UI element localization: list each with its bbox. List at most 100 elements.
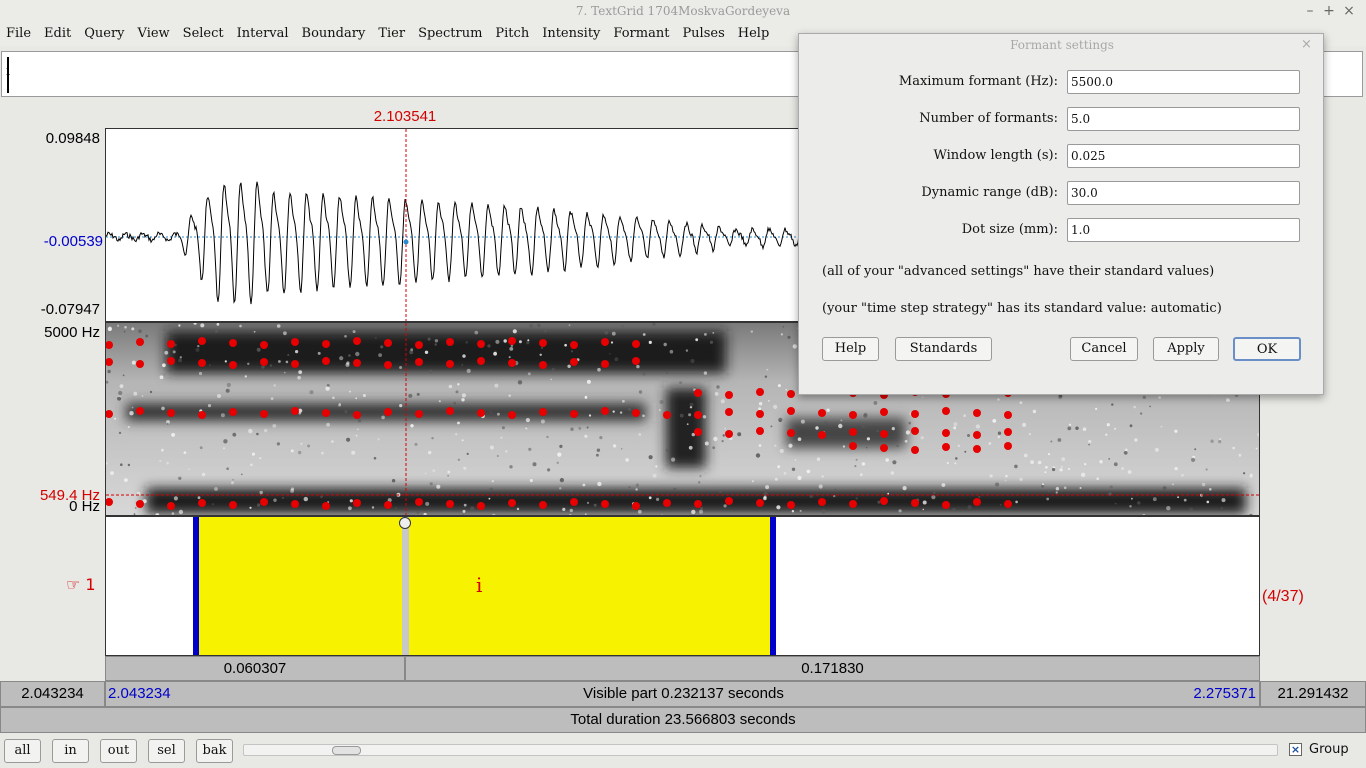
formant-dot — [632, 357, 640, 365]
help-button[interactable]: Help — [822, 337, 879, 361]
spectrogram-speckle — [1075, 426, 1079, 430]
scrollbar-thumb[interactable] — [332, 746, 361, 755]
spectrogram-speckle — [501, 426, 505, 430]
spectrogram-speckle — [931, 495, 936, 500]
interval-boundary-left[interactable] — [193, 517, 199, 655]
menu-query[interactable]: Query — [84, 22, 124, 46]
interval-boundary-right[interactable] — [770, 517, 776, 655]
spectrogram-speckle — [905, 430, 911, 435]
spectrogram-speckle — [610, 341, 614, 344]
window-length-input[interactable]: 0.025 — [1067, 144, 1300, 168]
spectrogram-speckle — [788, 443, 793, 448]
textgrid-tier-panel[interactable]: i — [105, 516, 1260, 656]
segment-right-duration[interactable]: 0.171830 — [405, 656, 1260, 681]
window-remaining[interactable]: 21.291432 — [1260, 681, 1366, 707]
spectrogram-speckle — [509, 347, 514, 351]
spectrogram-speckle — [1201, 482, 1206, 487]
minimize-icon[interactable]: – — [1302, 3, 1318, 19]
spectrogram-speckle — [223, 439, 228, 444]
dynamic-range-input[interactable]: 30.0 — [1067, 181, 1300, 205]
spectrogram-speckle — [1129, 424, 1133, 428]
spectrogram-speckle — [1172, 483, 1174, 486]
apply-button[interactable]: Apply — [1153, 337, 1219, 361]
spectrogram-speckle — [792, 344, 797, 349]
spectrogram-speckle — [783, 472, 787, 475]
spectrogram-speckle — [997, 398, 1000, 401]
close-icon[interactable]: × — [1341, 3, 1357, 19]
spectrogram-speckle — [904, 439, 908, 443]
spectrogram-speckle — [1048, 490, 1051, 493]
menu-help[interactable]: Help — [738, 22, 770, 46]
spectrogram-speckle — [704, 333, 707, 336]
maximize-icon[interactable]: + — [1321, 3, 1337, 19]
spectrogram-speckle — [614, 357, 619, 362]
menu-pulses[interactable]: Pulses — [682, 22, 724, 46]
menu-file[interactable]: File — [6, 22, 31, 46]
spectrogram-speckle — [562, 507, 566, 511]
formant-dot — [942, 429, 950, 437]
zoom-back-button[interactable]: bak — [196, 739, 233, 763]
formant-dot — [601, 407, 609, 415]
spectrogram-speckle — [278, 360, 281, 363]
spectrogram-speckle — [1108, 458, 1111, 460]
spectrogram-speckle — [276, 324, 281, 328]
spectrogram-speckle — [659, 399, 664, 405]
spectrogram-speckle — [1106, 423, 1110, 427]
ok-button[interactable]: OK — [1233, 337, 1301, 361]
tier-interval-count: (4/37) — [1262, 588, 1304, 605]
formant-dot — [725, 430, 733, 438]
spectrogram-speckle — [198, 371, 203, 376]
selected-interval[interactable] — [197, 517, 773, 655]
zoom-in-button[interactable]: in — [52, 739, 89, 763]
spectrogram-speckle — [1095, 407, 1098, 410]
formant-dot — [508, 359, 516, 367]
window-start-outer[interactable]: 2.043234 — [0, 681, 105, 707]
spectrogram-speckle — [172, 350, 176, 354]
spectrogram-speckle — [259, 490, 263, 495]
zoom-selection-button[interactable]: sel — [148, 739, 185, 763]
spectrogram-speckle — [1243, 472, 1246, 475]
spectrogram-speckle — [133, 513, 136, 515]
spectrogram-speckle — [320, 495, 323, 499]
visible-part-bar[interactable]: 2.043234 Visible part 0.232137 seconds 2… — [105, 681, 1260, 707]
zoom-out-button[interactable]: out — [100, 739, 137, 763]
segment-left-duration[interactable]: 0.060307 — [105, 656, 405, 681]
tier-cursor-circle[interactable] — [399, 517, 411, 529]
spectrogram-speckle — [276, 442, 280, 446]
menu-spectrum[interactable]: Spectrum — [418, 22, 482, 46]
formant-dot — [167, 502, 175, 510]
spectrogram-speckle — [351, 450, 356, 455]
menu-pitch[interactable]: Pitch — [495, 22, 529, 46]
formant-dot — [353, 411, 361, 419]
menu-select[interactable]: Select — [183, 22, 224, 46]
cancel-button[interactable]: Cancel — [1070, 337, 1138, 361]
group-checkbox[interactable]: × — [1289, 743, 1302, 756]
zoom-all-button[interactable]: all — [4, 739, 41, 763]
menu-formant[interactable]: Formant — [613, 22, 669, 46]
dot-size-input[interactable]: 1.0 — [1067, 218, 1300, 242]
spectrogram-speckle — [461, 398, 465, 402]
menu-boundary[interactable]: Boundary — [302, 22, 366, 46]
dialog-close-icon[interactable]: × — [1301, 37, 1312, 52]
menu-tier[interactable]: Tier — [378, 22, 405, 46]
spectrogram-speckle — [344, 410, 348, 414]
formant-dot — [539, 361, 547, 369]
standards-button[interactable]: Standards — [895, 337, 992, 361]
num-formants-input[interactable]: 5.0 — [1067, 107, 1300, 131]
spectrogram-speckle — [540, 419, 545, 424]
menu-edit[interactable]: Edit — [44, 22, 71, 46]
spectrogram-speckle — [197, 345, 200, 348]
spectrogram-speckle — [173, 496, 178, 501]
menu-view[interactable]: View — [138, 22, 170, 46]
max-formant-input[interactable]: 5500.0 — [1067, 70, 1300, 94]
time-scrollbar[interactable] — [243, 744, 1278, 756]
spectrogram-speckle — [1134, 438, 1138, 442]
tier-number[interactable]: ☞ 1 — [66, 575, 96, 594]
formant-dot — [880, 497, 888, 505]
advanced-settings-note: (all of your "advanced settings" have th… — [822, 264, 1215, 279]
menu-interval[interactable]: Interval — [237, 22, 289, 46]
formant-dot — [725, 391, 733, 399]
menu-intensity[interactable]: Intensity — [542, 22, 600, 46]
spectrogram-speckle — [946, 461, 949, 465]
total-duration-bar[interactable]: Total duration 23.566803 seconds — [0, 707, 1366, 733]
